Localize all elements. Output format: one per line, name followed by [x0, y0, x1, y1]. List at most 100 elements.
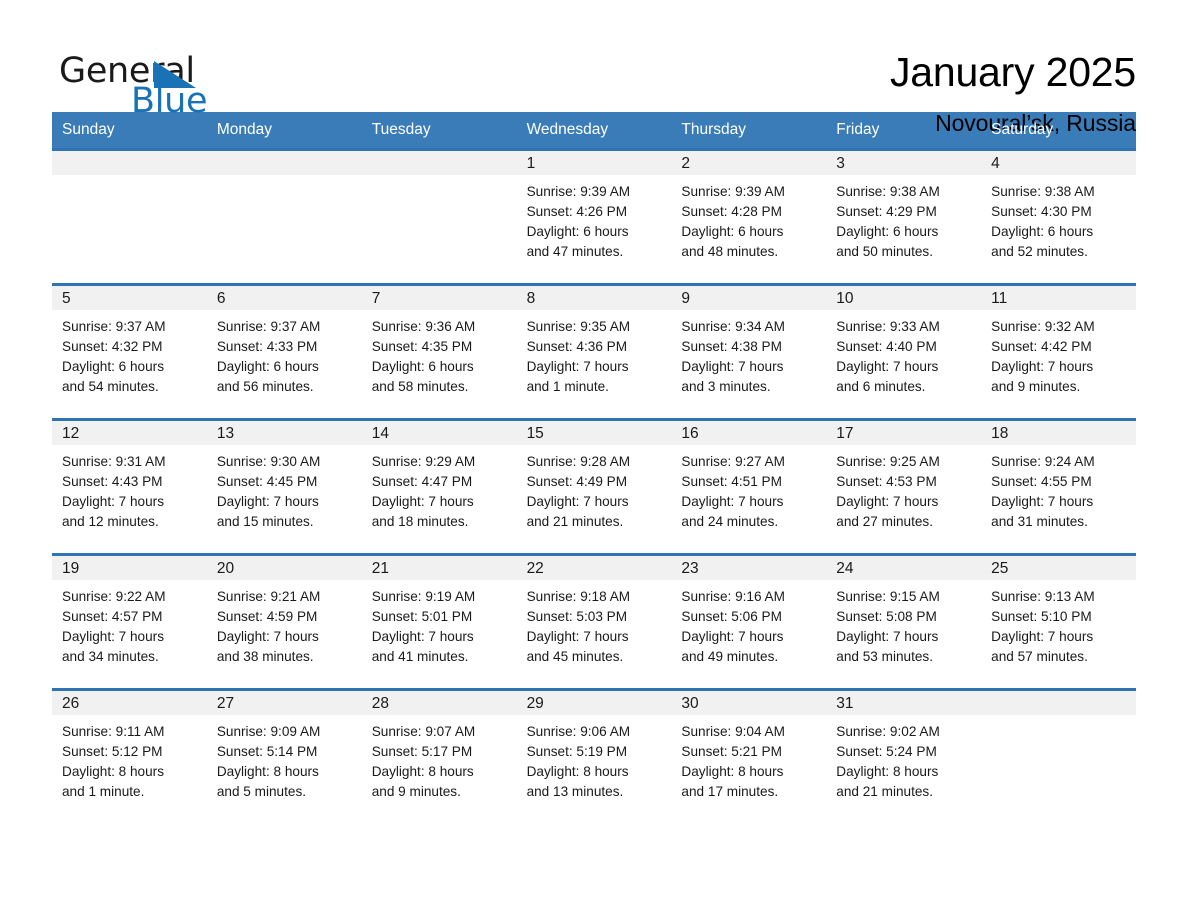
week-row: 1 Sunrise: 9:39 AM Sunset: 4:26 PM Daylig…: [52, 148, 1136, 283]
day-cell[interactable]: 18 Sunrise: 9:24 AM Sunset: 4:55 PM Dayli…: [981, 421, 1136, 553]
page-title: January 2025: [889, 49, 1136, 95]
day-details: Sunrise: 9:09 AM Sunset: 5:14 PM Dayligh…: [216, 724, 321, 800]
day-cell[interactable]: [52, 151, 207, 283]
weekday-header-saturday: Saturday: [991, 121, 1054, 138]
day-cell[interactable]: [206, 151, 362, 283]
weekday-header-tuesday: Tuesday: [371, 121, 431, 138]
day-details: Sunrise: 9:04 AM Sunset: 5:21 PM Dayligh…: [681, 724, 785, 800]
day-number: [206, 151, 362, 175]
page-header: General Blue January 2025 Novoural’sk, R…: [0, 0, 1188, 136]
day-cell[interactable]: 22 Sunrise: 9:18 AM Sunset: 5:03 PM Dayli…: [516, 556, 672, 688]
day-number: 13: [206, 421, 362, 445]
day-number: 21: [361, 556, 517, 580]
week-row: 26 Sunrise: 9:11 AM Sunset: 5:12 PM Dayli…: [52, 688, 1136, 821]
day-number: 4: [981, 151, 1136, 175]
day-cell[interactable]: 4 Sunrise: 9:38 AM Sunset: 4:30 PM Daylig…: [981, 151, 1136, 283]
weekday-header-wednesday: Wednesday: [526, 121, 609, 138]
day-details: Sunrise: 9:36 AM Sunset: 4:35 PM Dayligh…: [371, 319, 476, 395]
week-row: 5 Sunrise: 9:37 AM Sunset: 4:32 PM Daylig…: [52, 283, 1136, 418]
day-number: 11: [981, 286, 1136, 310]
day-cell[interactable]: 21 Sunrise: 9:19 AM Sunset: 5:01 PM Dayli…: [361, 556, 517, 688]
day-details: Sunrise: 9:33 AM Sunset: 4:40 PM Dayligh…: [836, 319, 940, 395]
day-cell[interactable]: 12 Sunrise: 9:31 AM Sunset: 4:43 PM Dayli…: [52, 421, 207, 553]
day-number: 18: [981, 421, 1136, 445]
day-details: Sunrise: 9:13 AM Sunset: 5:10 PM Dayligh…: [991, 589, 1095, 665]
day-cell[interactable]: 2 Sunrise: 9:39 AM Sunset: 4:28 PM Daylig…: [671, 151, 827, 283]
day-number: 5: [52, 286, 207, 310]
day-cell[interactable]: 26 Sunrise: 9:11 AM Sunset: 5:12 PM Dayli…: [52, 691, 207, 821]
logo-text-blue: Blue: [131, 81, 208, 121]
day-cell[interactable]: 19 Sunrise: 9:22 AM Sunset: 4:57 PM Dayli…: [52, 556, 207, 688]
day-cell[interactable]: 27 Sunrise: 9:09 AM Sunset: 5:14 PM Dayli…: [206, 691, 362, 821]
weekday-header-thursday: Thursday: [681, 121, 747, 138]
day-cell[interactable]: 8 Sunrise: 9:35 AM Sunset: 4:36 PM Daylig…: [516, 286, 672, 418]
day-details: Sunrise: 9:28 AM Sunset: 4:49 PM Dayligh…: [526, 454, 631, 530]
day-details: Sunrise: 9:39 AM Sunset: 4:28 PM Dayligh…: [681, 184, 785, 260]
day-cell[interactable]: 11 Sunrise: 9:32 AM Sunset: 4:42 PM Dayli…: [981, 286, 1136, 418]
day-cell[interactable]: 7 Sunrise: 9:36 AM Sunset: 4:35 PM Daylig…: [361, 286, 517, 418]
day-details: Sunrise: 9:39 AM Sunset: 4:26 PM Dayligh…: [526, 184, 631, 260]
day-cell[interactable]: 15 Sunrise: 9:28 AM Sunset: 4:49 PM Dayli…: [516, 421, 672, 553]
day-details: Sunrise: 9:06 AM Sunset: 5:19 PM Dayligh…: [526, 724, 631, 800]
day-cell[interactable]: 23 Sunrise: 9:16 AM Sunset: 5:06 PM Dayli…: [671, 556, 827, 688]
day-number: 31: [826, 691, 982, 715]
day-details: Sunrise: 9:24 AM Sunset: 4:55 PM Dayligh…: [991, 454, 1095, 530]
day-details: Sunrise: 9:16 AM Sunset: 5:06 PM Dayligh…: [681, 589, 785, 665]
general-blue-logo[interactable]: General Blue: [55, 46, 285, 121]
day-details: Sunrise: 9:31 AM Sunset: 4:43 PM Dayligh…: [62, 454, 166, 530]
day-number: 14: [361, 421, 517, 445]
day-cell[interactable]: 30 Sunrise: 9:04 AM Sunset: 5:21 PM Dayli…: [671, 691, 827, 821]
day-details: [981, 715, 1136, 722]
day-number: 15: [516, 421, 672, 445]
day-number: 12: [52, 421, 207, 445]
day-cell[interactable]: 5 Sunrise: 9:37 AM Sunset: 4:32 PM Daylig…: [52, 286, 207, 418]
day-cell[interactable]: 24 Sunrise: 9:15 AM Sunset: 5:08 PM Dayli…: [826, 556, 982, 688]
day-cell[interactable]: 10 Sunrise: 9:33 AM Sunset: 4:40 PM Dayli…: [826, 286, 982, 418]
day-cell[interactable]: 31 Sunrise: 9:02 AM Sunset: 5:24 PM Dayli…: [826, 691, 982, 821]
day-cell[interactable]: 20 Sunrise: 9:21 AM Sunset: 4:59 PM Dayli…: [206, 556, 362, 688]
day-details: Sunrise: 9:25 AM Sunset: 4:53 PM Dayligh…: [836, 454, 940, 530]
day-cell[interactable]: 16 Sunrise: 9:27 AM Sunset: 4:51 PM Dayli…: [671, 421, 827, 553]
day-number: 19: [52, 556, 207, 580]
day-details: Sunrise: 9:29 AM Sunset: 4:47 PM Dayligh…: [371, 454, 476, 530]
day-cell[interactable]: [361, 151, 517, 283]
day-details: Sunrise: 9:11 AM Sunset: 5:12 PM Dayligh…: [62, 724, 165, 800]
day-number: 25: [981, 556, 1136, 580]
day-number: [361, 151, 517, 175]
day-number: 28: [361, 691, 517, 715]
day-cell[interactable]: 3 Sunrise: 9:38 AM Sunset: 4:29 PM Daylig…: [826, 151, 982, 283]
day-cell[interactable]: 29 Sunrise: 9:06 AM Sunset: 5:19 PM Dayli…: [516, 691, 672, 821]
day-cell[interactable]: [981, 691, 1136, 821]
day-number: 9: [671, 286, 827, 310]
weekday-header-monday: Monday: [216, 121, 272, 138]
day-details: Sunrise: 9:38 AM Sunset: 4:29 PM Dayligh…: [836, 184, 940, 260]
day-cell[interactable]: 28 Sunrise: 9:07 AM Sunset: 5:17 PM Dayli…: [361, 691, 517, 821]
day-details: Sunrise: 9:22 AM Sunset: 4:57 PM Dayligh…: [62, 589, 166, 665]
day-number: 29: [516, 691, 672, 715]
day-cell[interactable]: 25 Sunrise: 9:13 AM Sunset: 5:10 PM Dayli…: [981, 556, 1136, 688]
day-details: Sunrise: 9:32 AM Sunset: 4:42 PM Dayligh…: [991, 319, 1095, 395]
day-details: Sunrise: 9:30 AM Sunset: 4:45 PM Dayligh…: [216, 454, 321, 530]
day-details: [52, 175, 207, 182]
day-cell[interactable]: 1 Sunrise: 9:39 AM Sunset: 4:26 PM Daylig…: [516, 151, 672, 283]
day-cell[interactable]: 6 Sunrise: 9:37 AM Sunset: 4:33 PM Daylig…: [206, 286, 362, 418]
day-details: Sunrise: 9:15 AM Sunset: 5:08 PM Dayligh…: [836, 589, 940, 665]
day-details: Sunrise: 9:37 AM Sunset: 4:33 PM Dayligh…: [216, 319, 321, 395]
day-details: Sunrise: 9:02 AM Sunset: 5:24 PM Dayligh…: [836, 724, 940, 800]
day-cell[interactable]: 17 Sunrise: 9:25 AM Sunset: 4:53 PM Dayli…: [826, 421, 982, 553]
day-details: Sunrise: 9:21 AM Sunset: 4:59 PM Dayligh…: [216, 589, 321, 665]
day-details: Sunrise: 9:07 AM Sunset: 5:17 PM Dayligh…: [371, 724, 476, 800]
day-number: 27: [206, 691, 362, 715]
day-details: [362, 175, 517, 182]
day-cell[interactable]: 9 Sunrise: 9:34 AM Sunset: 4:38 PM Daylig…: [671, 286, 827, 418]
day-number: 30: [671, 691, 827, 715]
day-cell[interactable]: 14 Sunrise: 9:29 AM Sunset: 4:47 PM Dayli…: [361, 421, 517, 553]
day-details: Sunrise: 9:19 AM Sunset: 5:01 PM Dayligh…: [371, 589, 476, 665]
day-details: Sunrise: 9:34 AM Sunset: 4:38 PM Dayligh…: [681, 319, 785, 395]
day-cell[interactable]: 13 Sunrise: 9:30 AM Sunset: 4:45 PM Dayli…: [206, 421, 362, 553]
day-number: 6: [206, 286, 362, 310]
day-number: 23: [671, 556, 827, 580]
day-number: 24: [826, 556, 982, 580]
day-details: Sunrise: 9:18 AM Sunset: 5:03 PM Dayligh…: [526, 589, 631, 665]
day-number: 26: [52, 691, 207, 715]
